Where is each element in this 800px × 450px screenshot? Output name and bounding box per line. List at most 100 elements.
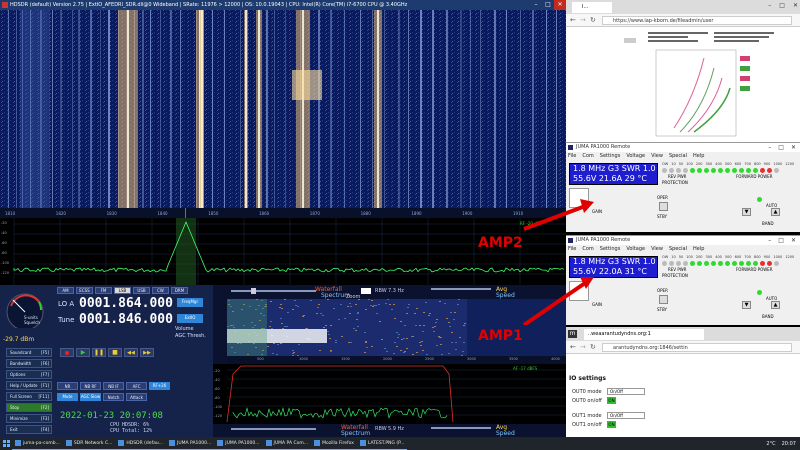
button-bandwidth[interactable]: Bandwidth [F6] <box>6 359 52 368</box>
af-spectrum[interactable]: -20 -40 -60 -80 -100 -120 AF -17 dBFS <box>213 364 566 424</box>
amp1-band-up-icon[interactable]: ▲ <box>771 301 780 309</box>
tune-marker[interactable] <box>185 208 186 218</box>
minimize-icon[interactable]: – <box>768 143 771 152</box>
taskbar-item[interactable]: LATEST.PNG (P... <box>356 437 408 450</box>
pause-icon[interactable]: ❚❚ <box>92 348 106 357</box>
maximize-icon[interactable]: □ <box>778 143 784 152</box>
menu-item-special[interactable]: Special <box>669 245 687 254</box>
af-label: AF -17 dBFS <box>513 366 538 371</box>
button-soundcard[interactable]: Soundcard [F5] <box>6 348 52 357</box>
minimize-icon[interactable]: – <box>530 0 542 10</box>
filter-button-nb-if[interactable]: NB IF <box>103 382 124 390</box>
power-scale-tick: 700 <box>744 255 751 259</box>
taskbar-item[interactable]: HDSDR (defau... <box>115 437 166 450</box>
button-exit[interactable]: Exit [F4] <box>6 425 52 434</box>
amp2-oper-label: OPER <box>657 195 668 200</box>
close-icon[interactable]: ✕ <box>793 2 798 9</box>
stop-icon[interactable]: ■ <box>108 348 122 357</box>
back-icon[interactable]: ← <box>570 343 576 351</box>
menu-item-file[interactable]: File <box>568 152 576 161</box>
taskbar-item[interactable]: SDR Network C... <box>62 437 116 450</box>
agc-button-mute[interactable]: Mute <box>57 393 78 401</box>
close-icon[interactable]: ✕ <box>791 143 796 152</box>
taskbar-item[interactable]: Mozilla Firefox <box>311 437 357 450</box>
menu-item-voltage[interactable]: Voltage <box>626 245 645 254</box>
mode-button-drm[interactable]: DRM <box>171 287 188 294</box>
clock[interactable]: 20:07 <box>782 441 796 447</box>
lo-frequency[interactable]: 0001.864.000 <box>79 296 173 311</box>
button-minimize[interactable]: Minimize [F3] <box>6 414 52 423</box>
play-icon[interactable]: ▶ <box>76 348 90 357</box>
menu-item-voltage[interactable]: Voltage <box>626 152 645 161</box>
taskbar-item[interactable]: JUMA PA1000... <box>214 437 263 450</box>
forward-icon[interactable]: → <box>580 16 586 24</box>
freqmgr-button[interactable]: FreqMgr <box>177 298 203 307</box>
amp2-titlebar[interactable]: JUMA PA1000 Remote – □ ✕ <box>566 143 800 152</box>
mode-button-cw[interactable]: CW <box>152 287 169 294</box>
back-icon[interactable]: ← <box>570 16 576 24</box>
close-icon[interactable]: ✕ <box>791 236 796 245</box>
out1-on-button[interactable]: ON <box>607 421 616 428</box>
filter-button-nb-rf[interactable]: NB RF <box>80 382 101 390</box>
out1-mode-select[interactable]: On/Off <box>607 412 645 419</box>
menu-item-settings[interactable]: Settings <box>600 152 621 161</box>
hdsdr-titlebar[interactable]: HDSDR (default) Version 2.75 | ExtIO_AFE… <box>0 0 566 10</box>
amp2-oper-button[interactable] <box>659 202 668 211</box>
windows-start-icon[interactable] <box>0 437 12 450</box>
out0-on-button[interactable]: ON <box>607 397 616 404</box>
minimize-icon[interactable]: – <box>768 2 771 9</box>
mode-button-fm[interactable]: FM <box>95 287 112 294</box>
maximize-icon[interactable]: □ <box>779 2 785 9</box>
spectrum-display[interactable]: RF -20 dB <box>0 218 566 285</box>
mode-button-usb[interactable]: USB <box>133 287 150 294</box>
browser2-tab[interactable]: ..weaarantudyndns.org:1 <box>584 329 704 340</box>
menu-item-settings[interactable]: Settings <box>600 245 621 254</box>
maximize-icon[interactable]: □ <box>778 236 784 245</box>
maximize-icon[interactable]: □ <box>542 0 554 10</box>
amp1-band-down-icon[interactable]: ▼ <box>742 301 751 309</box>
button-help-update[interactable]: Help / Update [F1] <box>6 381 52 390</box>
tune-frequency[interactable]: 0001.846.000 <box>79 312 173 327</box>
amp1-oper-button[interactable] <box>659 295 668 304</box>
filter-button-nr[interactable]: NR <box>57 382 78 390</box>
filter-button-rf-26[interactable]: RF+26 <box>149 382 170 390</box>
menu-item-help[interactable]: Help <box>693 152 704 161</box>
button-stop[interactable]: Stop [F2] <box>6 403 52 412</box>
filter-button-afc[interactable]: AFC <box>126 382 147 390</box>
mode-button-am[interactable]: AM <box>57 287 74 294</box>
extio-button[interactable]: ExtIO <box>177 314 203 323</box>
amp2-band-down-icon[interactable]: ▼ <box>742 208 751 216</box>
record-icon[interactable] <box>60 348 74 357</box>
power-scale-tick: 200 <box>695 162 703 166</box>
agc-button-notch[interactable]: Notch <box>103 393 124 401</box>
agc-button-attack[interactable]: Attack <box>126 393 147 401</box>
amp2-band-up-icon[interactable]: ▲ <box>771 208 780 216</box>
browser2-url-input[interactable]: arantudyndns.org:1846/settin <box>602 343 792 352</box>
reload-icon[interactable]: ↻ <box>590 343 596 351</box>
browser-tab[interactable]: I... <box>572 2 612 13</box>
waterfall-display[interactable] <box>0 10 566 208</box>
minimize-icon[interactable]: – <box>768 236 771 245</box>
button-full-screen[interactable]: Full Screen [F11] <box>6 392 52 401</box>
reload-icon[interactable]: ↻ <box>590 16 596 24</box>
fast-forward-icon[interactable]: ▶▶ <box>140 348 154 357</box>
agc-button-agc-slow[interactable]: AGC Slow <box>80 393 101 401</box>
datasheet-image <box>644 28 784 140</box>
mode-button-lsb[interactable]: LSB <box>114 287 131 294</box>
menu-item-view[interactable]: View <box>651 152 663 161</box>
taskbar-item[interactable]: juma-pa-comb... <box>12 437 63 450</box>
url-input[interactable]: https://www.iap-kborn.de/fileadmin/user <box>602 16 792 25</box>
mode-button-ecss[interactable]: ECSS <box>76 287 93 294</box>
forward-icon[interactable]: → <box>580 343 586 351</box>
menu-item-view[interactable]: View <box>651 245 663 254</box>
menu-item-com[interactable]: Com <box>582 152 593 161</box>
close-icon[interactable]: ✕ <box>554 0 566 10</box>
rewind-icon[interactable]: ◀◀ <box>124 348 138 357</box>
taskbar-item[interactable]: JUMA PA Com... <box>262 437 312 450</box>
menu-item-special[interactable]: Special <box>669 152 687 161</box>
menu-item-help[interactable]: Help <box>693 245 704 254</box>
out0-mode-select[interactable]: On/Off <box>607 388 645 395</box>
button-options[interactable]: Options [F7] <box>6 370 52 379</box>
taskbar-item[interactable]: JUMA PA1000... <box>166 437 215 450</box>
amp1-titlebar[interactable]: JUMA PA1000 Remote – □ ✕ <box>566 236 800 245</box>
